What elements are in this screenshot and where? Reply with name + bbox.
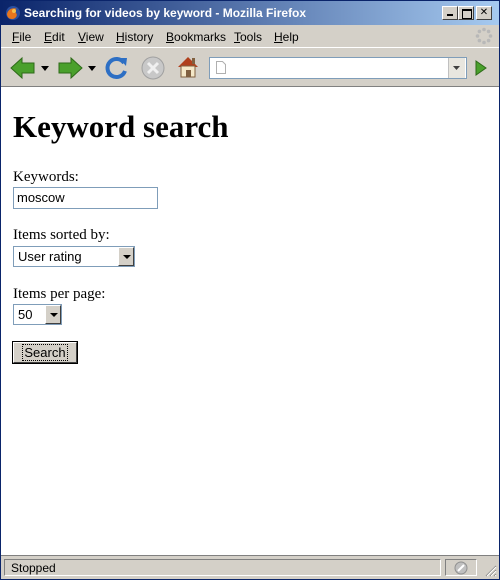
sort-label: Items sorted by: [13,227,110,243]
navigation-toolbar [1,47,499,87]
chevron-down-icon [453,66,460,70]
status-bar: Stopped [1,555,499,579]
page-icon [216,61,226,74]
status-icon-panel [445,559,477,576]
status-text: Stopped [11,561,56,575]
throbber-icon [475,27,493,45]
menu-file[interactable]: File [12,30,31,44]
go-icon[interactable] [469,57,491,79]
url-history-dropdown[interactable] [448,58,465,78]
menu-bar: File Edit View History Bookmarks Tools H… [1,25,499,47]
page-title: Keyword search [13,109,229,144]
title-bar[interactable]: Searching for videos by keyword - Mozill… [1,1,499,25]
stop-icon[interactable] [140,55,166,81]
back-dropdown-icon[interactable] [41,66,49,72]
status-panel: Stopped [4,559,441,576]
resize-grip-icon[interactable] [483,563,497,577]
minimize-icon [447,14,453,16]
browser-window: Searching for videos by keyword - Mozill… [0,0,500,580]
url-input[interactable] [209,57,467,79]
firefox-icon [6,6,20,20]
per-page-label: Items per page: [13,286,106,302]
chevron-down-icon[interactable] [118,247,134,266]
sort-selected-value: User rating [18,249,82,264]
reload-icon[interactable] [104,55,130,81]
menu-view[interactable]: View [78,30,104,44]
sort-select[interactable]: User rating [13,246,135,267]
keywords-input[interactable]: moscow [13,187,158,209]
maximize-button[interactable] [458,6,474,20]
keywords-value: moscow [17,190,65,205]
chevron-down-icon[interactable] [45,305,61,324]
menu-tools[interactable]: Tools [234,30,262,44]
maximize-icon [462,9,472,19]
menu-bookmarks[interactable]: Bookmarks [166,30,226,44]
window-title: Searching for videos by keyword - Mozill… [24,6,307,20]
back-arrow-icon[interactable] [9,56,37,80]
per-page-selected-value: 50 [18,307,33,322]
search-button[interactable]: Search [12,341,78,364]
menu-history[interactable]: History [116,30,153,44]
minimize-button[interactable] [442,6,458,20]
per-page-select[interactable]: 50 [13,304,62,325]
close-icon: ✕ [479,7,489,18]
security-icon[interactable] [454,561,468,575]
home-icon[interactable] [175,54,201,80]
search-button-label: Search [22,344,68,361]
menu-help[interactable]: Help [274,30,299,44]
forward-arrow-icon[interactable] [56,56,84,80]
close-button[interactable]: ✕ [476,6,492,20]
menu-edit[interactable]: Edit [44,30,65,44]
keywords-label: Keywords: [13,169,79,185]
forward-dropdown-icon[interactable] [88,66,96,72]
page-content: Keyword search Keywords: moscow Items so… [1,87,499,555]
